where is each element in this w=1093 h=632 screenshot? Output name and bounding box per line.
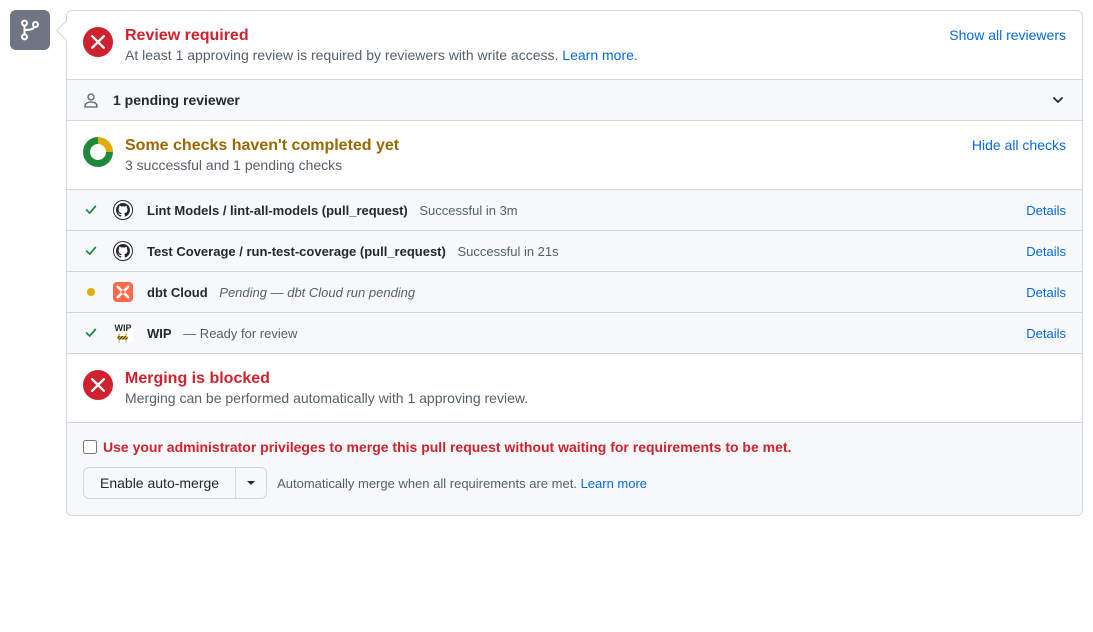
admin-override-text: Use your administrator privileges to mer… — [103, 439, 791, 455]
check-name: dbt Cloud — [147, 285, 208, 300]
git-branch-icon — [19, 19, 41, 41]
error-icon — [83, 370, 113, 400]
merge-actions-section: Use your administrator privileges to mer… — [67, 423, 1082, 515]
check-desc: Successful in 21s — [457, 244, 558, 259]
check-details-link[interactable]: Details — [1026, 285, 1066, 300]
error-icon — [83, 27, 113, 57]
check-row: dbt Cloud Pending — dbt Cloud run pendin… — [67, 272, 1082, 313]
check-pending-icon — [83, 288, 99, 296]
enable-auto-merge-button[interactable]: Enable auto-merge — [83, 467, 236, 499]
merging-blocked-subtext: Merging can be performed automatically w… — [125, 390, 1066, 406]
hide-all-checks-link[interactable]: Hide all checks — [972, 137, 1066, 153]
checks-subtext: 3 successful and 1 pending checks — [125, 157, 960, 173]
pending-reviewer-row[interactable]: 1 pending reviewer — [67, 80, 1082, 121]
check-success-icon — [83, 203, 99, 217]
merging-blocked-title: Merging is blocked — [125, 370, 1066, 388]
admin-override-checkbox[interactable] — [83, 440, 97, 454]
review-required-subtext: At least 1 approving review is required … — [125, 47, 937, 63]
checks-title: Some checks haven't completed yet — [125, 137, 960, 155]
check-desc: Successful in 3m — [419, 203, 517, 218]
check-desc: — Ready for review — [183, 326, 297, 341]
check-details-link[interactable]: Details — [1026, 203, 1066, 218]
merging-blocked-section: Merging is blocked Merging can be perfor… — [67, 354, 1082, 423]
pending-reviewer-label: 1 pending reviewer — [113, 92, 1036, 108]
caret-down-icon — [246, 478, 256, 488]
auto-merge-dropdown-button[interactable] — [236, 467, 267, 499]
auto-merge-learn-more-link[interactable]: Learn more — [581, 476, 647, 491]
chevron-down-icon[interactable] — [1050, 92, 1066, 108]
check-row: WIP🚧 WIP — Ready for review Details — [67, 313, 1082, 354]
review-required-title: Review required — [125, 27, 937, 45]
auto-merge-description: Automatically merge when all requirement… — [277, 476, 647, 491]
branch-icon-badge — [10, 10, 50, 50]
review-learn-more-link[interactable]: Learn more. — [562, 47, 637, 63]
checks-donut-icon — [83, 137, 113, 167]
check-row: Test Coverage / run-test-coverage (pull_… — [67, 231, 1082, 272]
check-success-icon — [83, 326, 99, 340]
check-desc: Pending — dbt Cloud run pending — [219, 285, 415, 300]
person-icon — [83, 92, 99, 108]
check-row: Lint Models / lint-all-models (pull_requ… — [67, 190, 1082, 231]
check-name: WIP — [147, 326, 172, 341]
show-all-reviewers-link[interactable]: Show all reviewers — [949, 27, 1066, 43]
dbt-cloud-icon — [113, 282, 133, 302]
check-details-link[interactable]: Details — [1026, 326, 1066, 341]
checks-summary-section: Some checks haven't completed yet 3 succ… — [67, 121, 1082, 190]
check-name: Lint Models / lint-all-models (pull_requ… — [147, 203, 408, 218]
check-name: Test Coverage / run-test-coverage (pull_… — [147, 244, 446, 259]
check-details-link[interactable]: Details — [1026, 244, 1066, 259]
review-required-section: Review required At least 1 approving rev… — [67, 11, 1082, 80]
wip-icon: WIP🚧 — [113, 323, 133, 343]
github-actions-icon — [113, 241, 133, 261]
merge-status-box: Review required At least 1 approving rev… — [66, 10, 1083, 516]
check-success-icon — [83, 244, 99, 258]
github-actions-icon — [113, 200, 133, 220]
